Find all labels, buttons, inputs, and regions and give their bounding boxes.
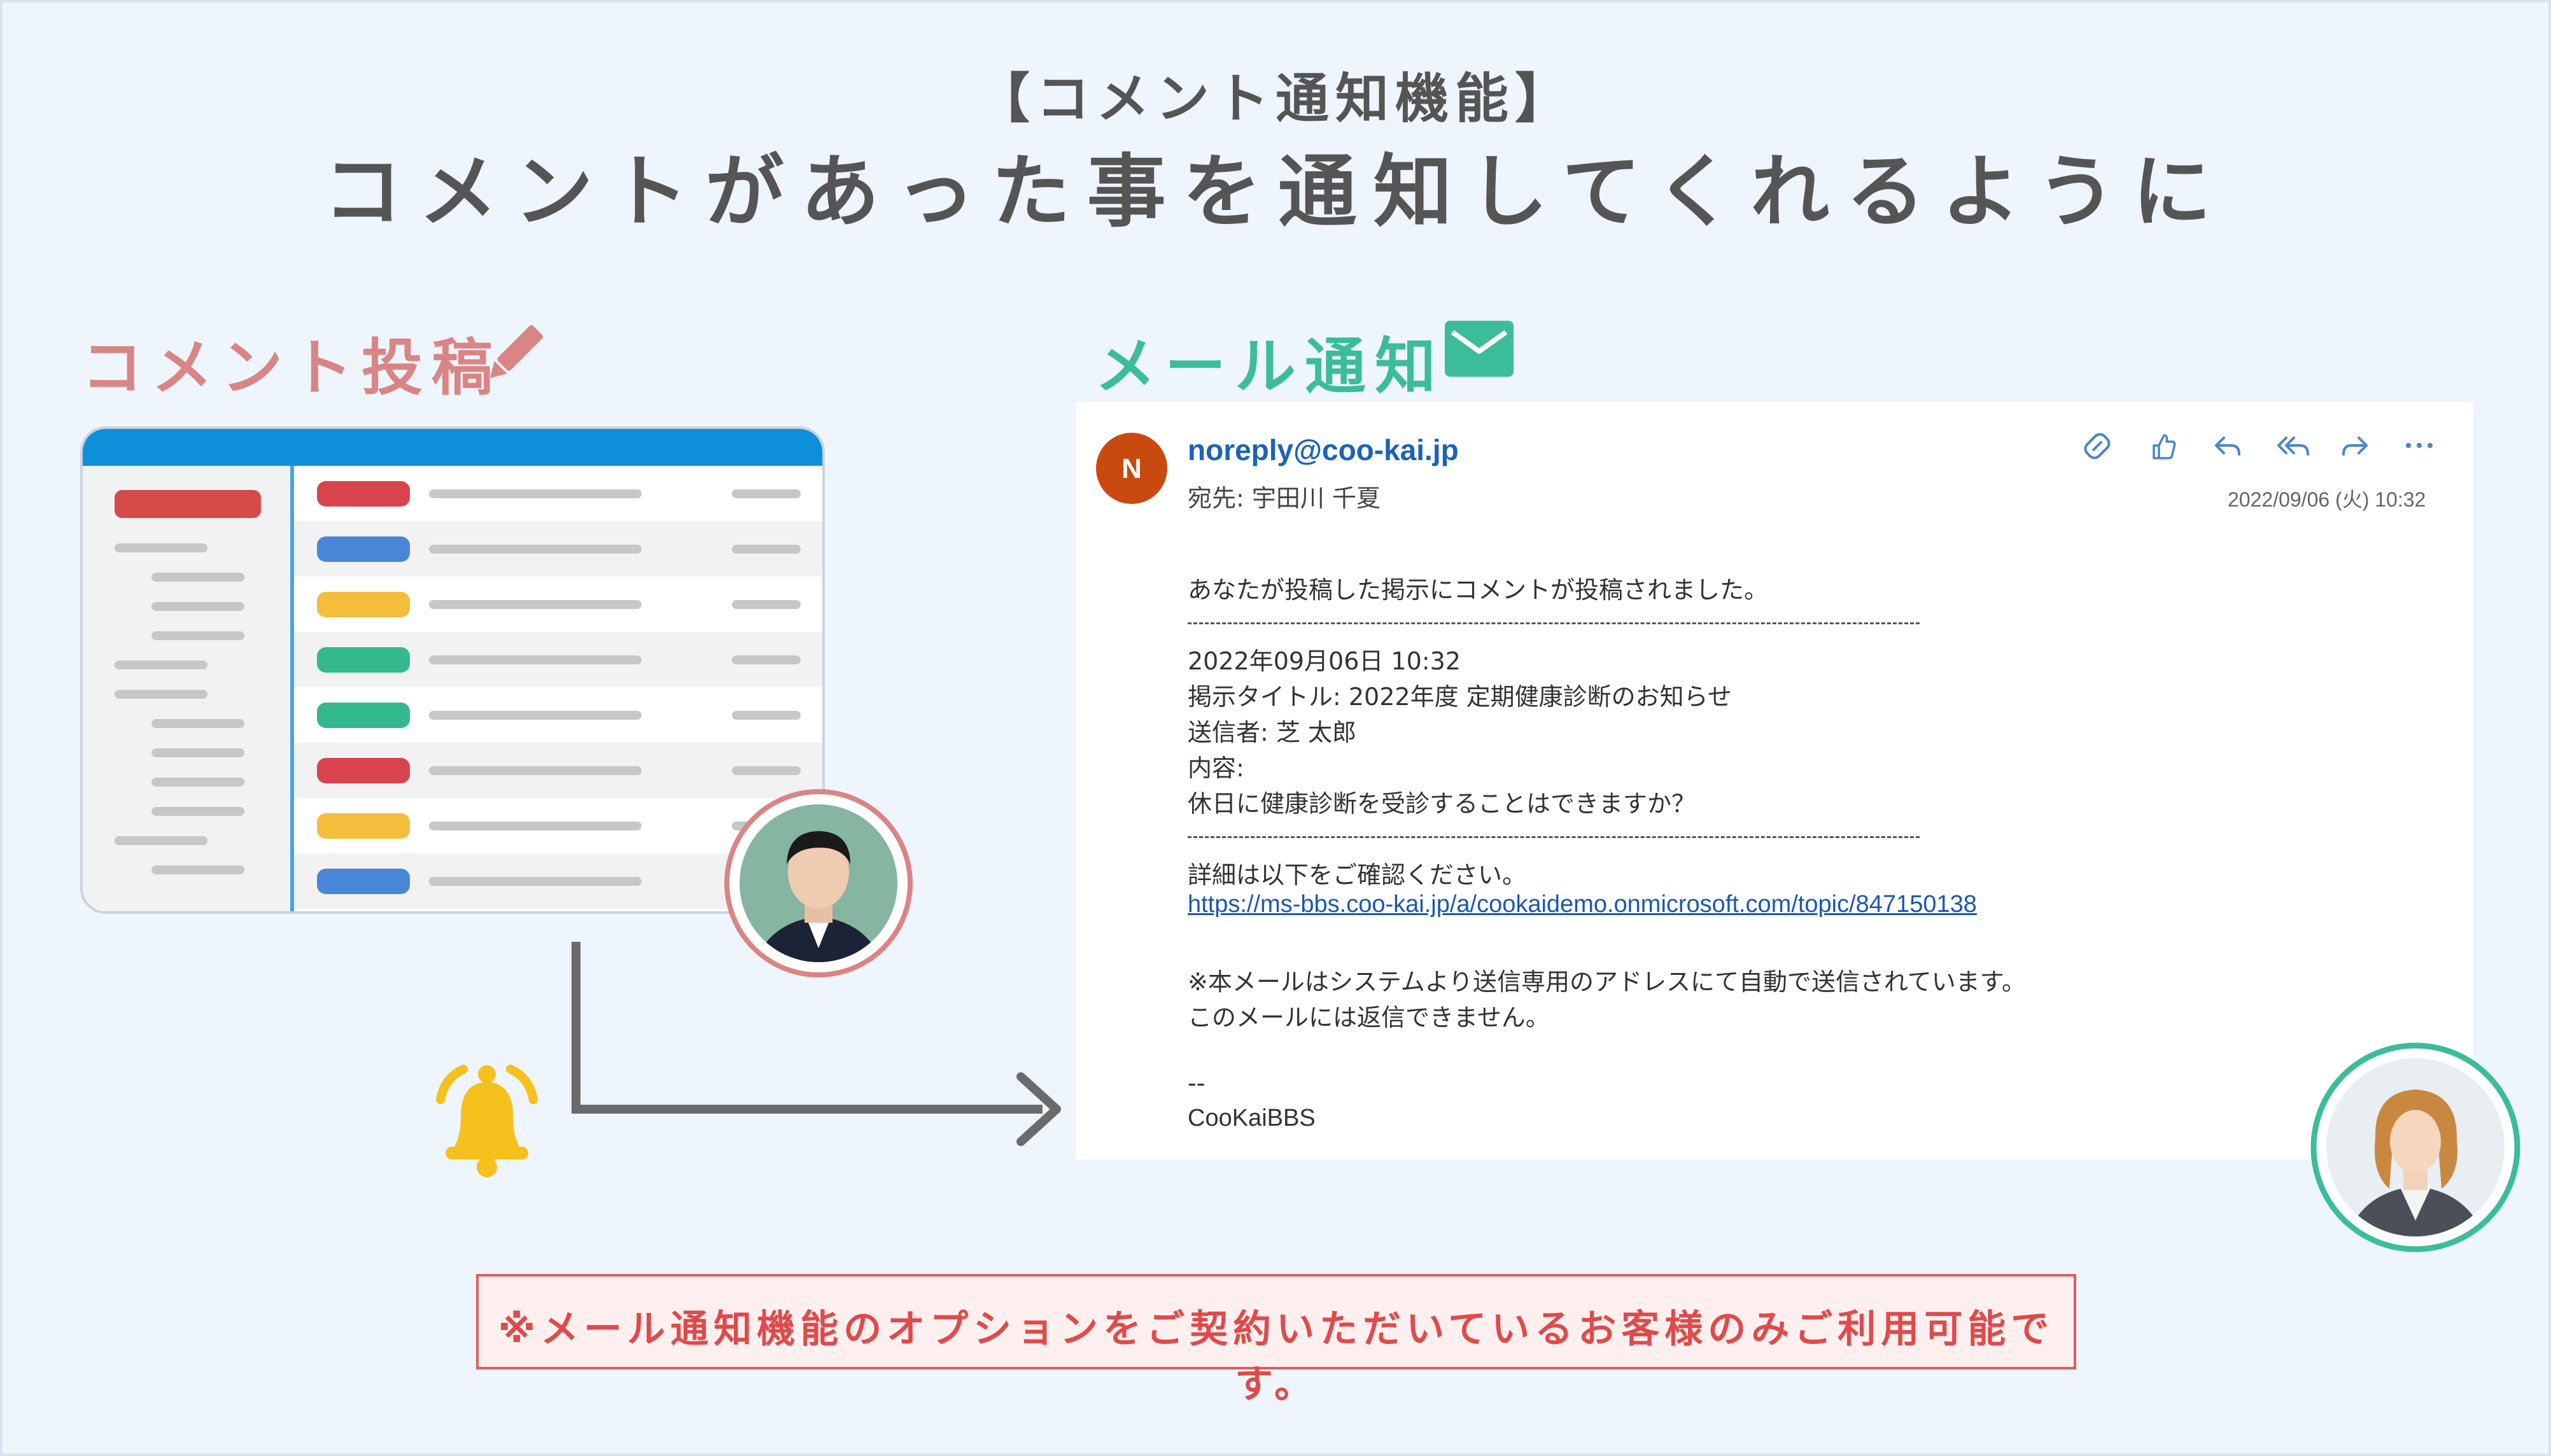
row-tag <box>317 592 410 617</box>
sidebar-active-item <box>115 490 261 518</box>
sender-avatar-letter: N <box>1121 453 1142 484</box>
sidebar-line <box>115 690 207 699</box>
sidebar-line <box>151 865 244 874</box>
more-icon[interactable] <box>2403 433 2435 458</box>
app-titlebar <box>83 429 822 466</box>
sidebar-line <box>151 631 244 640</box>
email-panel <box>1076 402 2473 1159</box>
reply-all-icon[interactable] <box>2276 430 2310 462</box>
signature: CooKaiBBS <box>1188 1105 1316 1131</box>
row-title-line <box>429 655 642 664</box>
row-tag <box>317 758 410 783</box>
row-title-line <box>429 545 642 554</box>
sidebar-line <box>115 836 207 845</box>
body-line-4: 送信者: 芝 太郎 <box>1188 718 1356 746</box>
sidebar-line <box>151 778 244 787</box>
body-line-5: 内容: <box>1188 754 1244 782</box>
sender-address[interactable]: noreply@coo-kai.jp <box>1188 433 1459 467</box>
page-subtitle: 【コメント通知機能】 <box>976 67 1575 130</box>
row-title-line <box>429 711 642 720</box>
recipient-line: 宛先: 宇田川 千夏 <box>1188 484 1381 512</box>
sidebar-line <box>151 573 244 582</box>
row-tag <box>317 869 410 894</box>
list-row <box>294 521 822 577</box>
sidebar-line <box>151 748 244 757</box>
connector-line-horizontal <box>572 1105 1043 1114</box>
envelope-icon <box>1445 321 1514 377</box>
list-row <box>294 466 822 521</box>
row-meta-line <box>732 655 801 664</box>
row-title-line <box>429 600 642 609</box>
row-meta-line <box>732 711 801 720</box>
connector-line-vertical <box>572 942 580 1114</box>
body-line-7: 詳細は以下をご確認ください。 <box>1188 861 1527 889</box>
list-row <box>294 687 822 743</box>
row-meta-line <box>732 489 801 498</box>
row-meta-line <box>732 766 801 775</box>
mail-notify-heading: メール通知 <box>1095 317 1445 405</box>
forward-icon[interactable] <box>2340 430 2372 462</box>
dashed-divider <box>1188 836 1920 838</box>
bell-icon <box>436 1065 538 1177</box>
row-tag <box>317 703 410 728</box>
row-tag <box>317 536 410 562</box>
pencil-icon <box>489 325 544 379</box>
row-meta-line <box>732 545 801 554</box>
email-date: 2022/09/06 (火) 10:32 <box>2228 488 2426 511</box>
list-row <box>294 632 822 687</box>
row-title-line <box>429 822 642 830</box>
sidebar-line <box>115 543 207 552</box>
body-line-3: 掲示タイトル: 2022年度 定期健康診断のお知らせ <box>1188 683 1732 711</box>
row-title-line <box>429 877 642 886</box>
dashed-divider <box>1188 622 1920 624</box>
like-icon[interactable] <box>2147 430 2179 462</box>
row-title-line <box>429 766 642 775</box>
translate-icon[interactable] <box>2081 430 2113 462</box>
body-line-10: -- <box>1188 1069 1205 1097</box>
topic-link[interactable]: https://ms-bbs.coo-kai.jp/a/cookaidemo.o… <box>1188 891 1977 918</box>
body-line-6: 休日に健康診断を受診することはできますか？ <box>1188 790 1696 818</box>
row-tag <box>317 813 410 839</box>
list-row <box>294 577 822 632</box>
comment-post-heading: コメント投稿 <box>81 318 502 407</box>
notice-text: ※メール通知機能のオプションをご契約いただいているお客様のみご利用可能です。 <box>498 1307 2055 1407</box>
recipient-avatar <box>2310 1042 2520 1252</box>
bbs-app-mock <box>80 426 825 914</box>
sidebar-line <box>151 602 244 611</box>
comment-post-title: コメント投稿 <box>81 332 502 403</box>
sidebar-line <box>151 719 244 728</box>
arrow-head-icon <box>1016 1072 1061 1146</box>
body-line-1: あなたが投稿した掲示にコメントが投稿されました。 <box>1188 576 1769 604</box>
page-title: コメントがあった事を通知してくれるように <box>323 146 2228 238</box>
mail-notify-title: メール通知 <box>1095 331 1445 402</box>
body-line-8: ※本メールはシステムより送信専用のアドレスにて自動で送信されています。 <box>1188 968 2027 996</box>
row-meta-line <box>732 600 801 609</box>
body-line-9: このメールには返信できません。 <box>1188 1004 1550 1032</box>
poster-avatar <box>724 789 913 977</box>
reply-icon[interactable] <box>2211 430 2243 462</box>
sidebar-line <box>151 807 244 816</box>
row-tag <box>317 647 410 673</box>
row-tag <box>317 481 410 507</box>
app-sidebar <box>83 466 294 911</box>
body-line-2: 2022年09月06日 10:32 <box>1188 647 1461 675</box>
row-title-line <box>429 489 642 498</box>
sidebar-line <box>115 661 207 669</box>
